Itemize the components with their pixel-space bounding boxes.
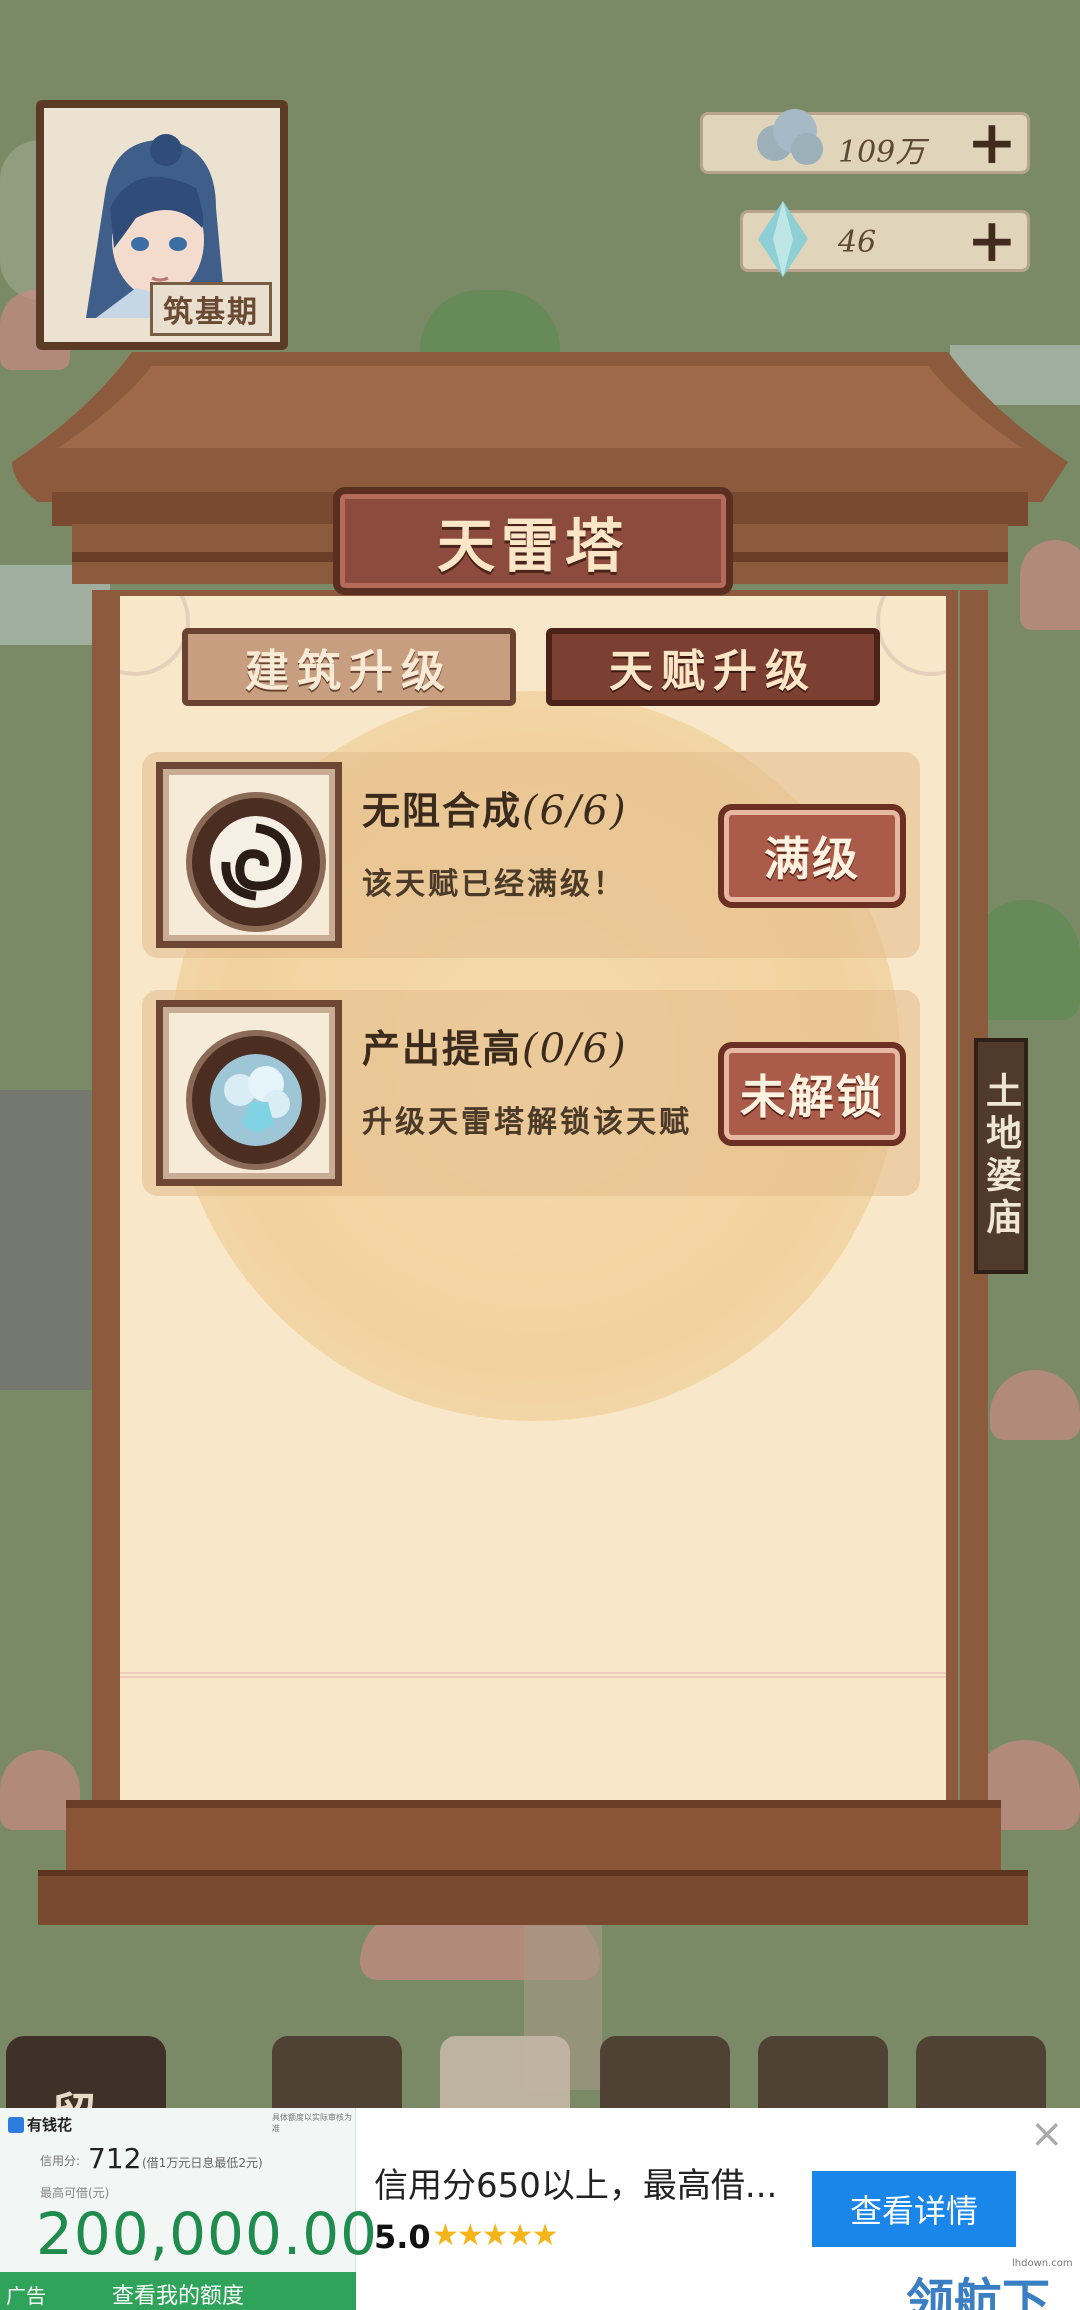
player-avatar[interactable]: 筑基期 (36, 100, 288, 350)
bottom-nav-button[interactable] (440, 2036, 570, 2116)
talent-row: 无阻合成(6/6) 该天赋已经满级！ 满级 (142, 752, 920, 958)
view-details-button[interactable]: 查看详情 (812, 2171, 1016, 2247)
resource-value-spirit: 109万 (838, 135, 926, 170)
swirl-icon (210, 816, 302, 908)
cloud-ornament (876, 596, 946, 676)
talent-row: 产出提高(0/6) 升级天雷塔解锁该天赋 未解锁 (142, 990, 920, 1196)
temple-sign[interactable]: 土地婆庙 (974, 1038, 1028, 1274)
ad-creative[interactable]: 有钱花 具体额度以实际审核为准 信用分: 712 (借1万元日息最低2元) 最高… (0, 2108, 377, 2310)
tab-talent-upgrade[interactable]: 天赋升级 (546, 628, 880, 706)
watermark-url: lhdown.com (1012, 2258, 1073, 2269)
ad-banner[interactable]: 有钱花 具体额度以实际审核为准 信用分: 712 (借1万元日息最低2元) 最高… (0, 2108, 1080, 2310)
talent-level: (6/6) (522, 788, 628, 834)
map-bush (990, 1370, 1080, 1440)
talent-icon-disc (186, 792, 326, 932)
talent-name: 产出提高(0/6) (362, 1026, 628, 1072)
max-level-button[interactable]: 满级 (718, 804, 906, 908)
cloud-ornament (120, 596, 190, 676)
ad-headline: 信用分650以上，最高借... (374, 2166, 778, 2206)
ad-brand: 有钱花 (8, 2114, 72, 2135)
panel-title: 天雷塔 (436, 512, 629, 580)
talent-description: 升级天雷塔解锁该天赋 (362, 1105, 692, 1140)
cloud-ornament-bottom (120, 1672, 946, 1732)
cloud-icon (757, 109, 823, 165)
locked-button[interactable]: 未解锁 (718, 1042, 906, 1146)
bottom-nav-button[interactable] (600, 2036, 730, 2116)
max-amount: 200,000.00 (36, 2200, 379, 2268)
credit-label: 信用分: (40, 2154, 81, 2168)
ad-fine-print: 具体额度以实际审核为准 (272, 2113, 352, 2133)
watermark: 领航下载 (906, 2274, 1051, 2310)
add-crystal-button[interactable]: + (967, 211, 1017, 271)
talent-icon-disc (186, 1030, 326, 1170)
bottom-nav-button[interactable] (758, 2036, 888, 2116)
resource-bar-crystal: 46 + (740, 201, 1030, 277)
close-icon[interactable]: × (1030, 2114, 1064, 2154)
add-spirit-button[interactable]: + (967, 113, 1017, 173)
panel-pillar-left (92, 590, 120, 1810)
panel-base (66, 1800, 1001, 1870)
check-quota-link[interactable]: 查看我的额度 (112, 2278, 244, 2310)
talent-icon-frame (156, 762, 342, 948)
tab-building-upgrade[interactable]: 建筑升级 (182, 628, 516, 706)
crystal-cloud-icon (210, 1054, 302, 1146)
cultivation-rank-label: 筑基期 (150, 282, 272, 336)
max-borrow-label: 最高可借(元) (40, 2186, 110, 2200)
panel-title-plaque: 天雷塔 (333, 487, 733, 595)
resource-bar-spirit: 109万 + (700, 109, 1030, 174)
ad-footer-bar[interactable]: 广告 查看我的额度 (0, 2272, 356, 2310)
brand-logo-icon (8, 2117, 24, 2133)
bottom-nav-button[interactable] (916, 2036, 1046, 2116)
talent-level: (0/6) (522, 1026, 628, 1072)
credit-value: 712 (88, 2142, 142, 2175)
resource-value-crystal: 46 (838, 225, 877, 260)
ad-rating: 5.0 (374, 2218, 431, 2256)
credit-note: (借1万元日息最低2元) (142, 2156, 263, 2170)
talent-name: 无阻合成(6/6) (362, 788, 628, 834)
talent-icon-frame (156, 1000, 342, 1186)
star-rating-icon: ★★★★★ (432, 2218, 558, 2253)
map-building (0, 1090, 96, 1390)
panel-base-lower (38, 1870, 1028, 1925)
bottom-nav-button[interactable] (272, 2036, 402, 2116)
crystal-icon (758, 201, 808, 277)
talent-description: 该天赋已经满级！ (362, 867, 626, 902)
ad-tag: 广告 (6, 2284, 46, 2308)
